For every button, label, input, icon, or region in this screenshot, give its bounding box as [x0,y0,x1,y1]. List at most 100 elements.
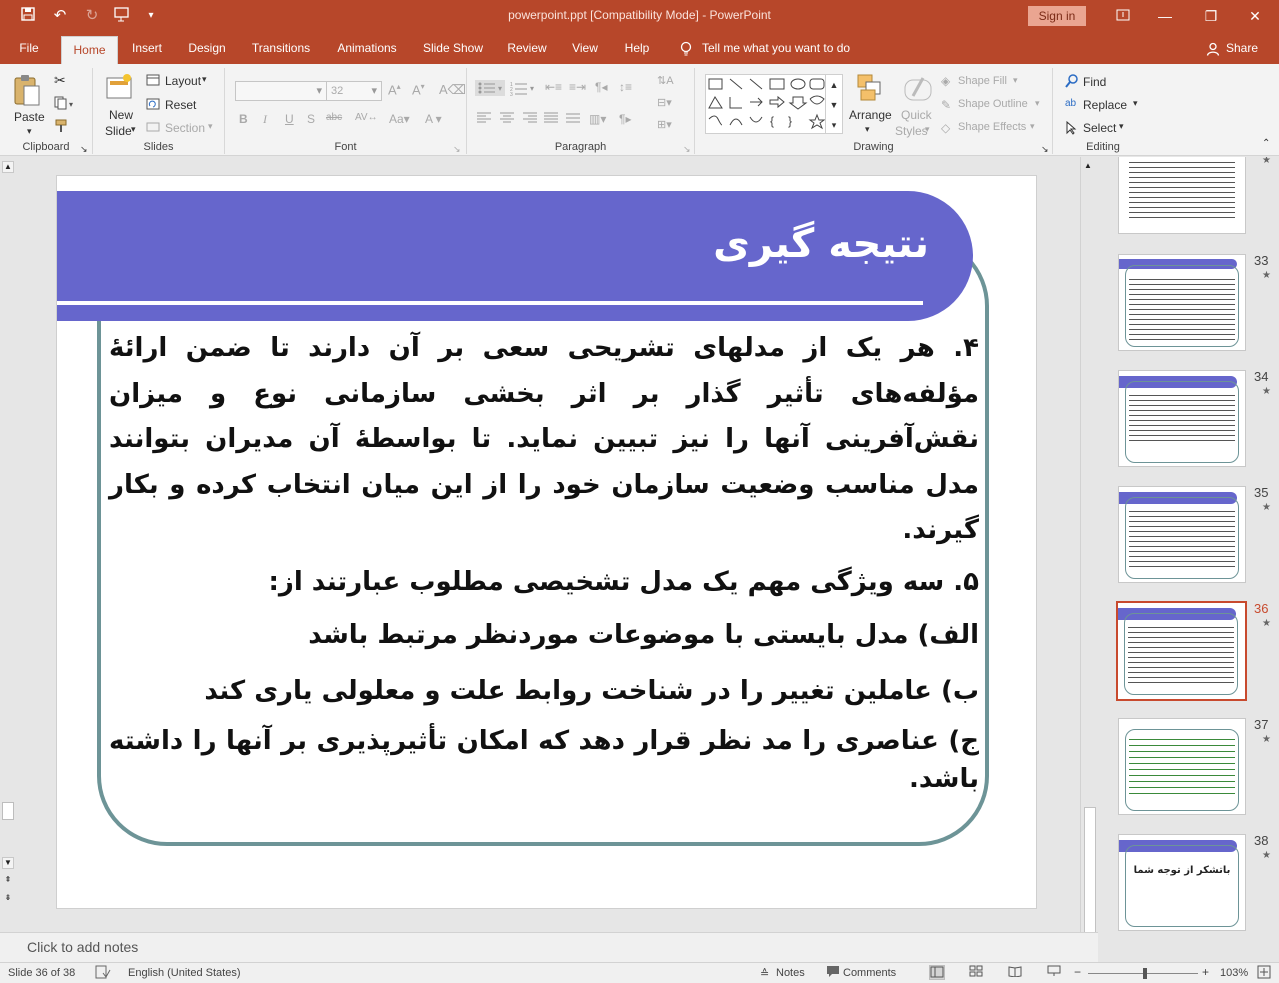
arrange-dropdown-icon[interactable]: ▾ [865,124,870,135]
italic-icon[interactable]: I [263,112,267,127]
quick-styles-dropdown-icon[interactable]: ▾ [925,124,930,135]
new-slide-dropdown-icon[interactable]: ▾ [131,124,136,135]
line-spacing-icon[interactable]: ↕≡ [619,80,632,94]
shape-effects-button[interactable]: Shape Effects [958,121,1026,133]
fit-slide-icon[interactable] [1257,965,1271,982]
paste-icon[interactable] [12,72,46,110]
align-text-icon[interactable]: ⊟▾ [657,96,672,109]
normal-view-icon[interactable] [929,965,945,980]
zoom-out-icon[interactable]: − [1074,965,1081,979]
select-button[interactable]: Select [1083,121,1116,135]
change-case-icon[interactable]: Aa▾ [389,112,410,126]
quick-styles-icon[interactable] [903,74,933,107]
reset-icon[interactable] [146,98,160,113]
start-from-beginning-icon[interactable] [112,6,132,26]
section-icon[interactable] [146,121,160,136]
columns-icon[interactable]: ▥▾ [589,112,606,126]
select-icon[interactable] [1065,120,1077,138]
clipboard-launcher-icon[interactable]: ↘ [80,144,88,155]
tab-file[interactable]: File [10,32,48,64]
strikethrough-icon[interactable]: abc [326,112,342,123]
thumbnail-33[interactable] [1118,254,1246,351]
shape-effects-dropdown-icon[interactable]: ▾ [1030,121,1035,132]
increase-indent-icon[interactable]: ≡⇥ [569,80,586,94]
shape-fill-button[interactable]: Shape Fill [958,75,1007,87]
minimize-icon[interactable]: — [1150,4,1180,28]
ribbon-display-options-icon[interactable] [1108,4,1138,28]
thumbnail-32[interactable] [1118,157,1246,234]
customize-quick-access-icon[interactable]: ▾ [141,6,161,26]
rtl-icon[interactable]: ¶◂ [595,80,607,94]
text-direction-icon[interactable]: ⇅A [657,74,674,87]
new-slide-label-1[interactable]: New [109,108,133,122]
align-center-icon[interactable] [499,112,515,127]
cut-icon[interactable]: ✂ [54,72,66,89]
font-color-icon[interactable]: A ▾ [425,112,442,126]
slide-body[interactable]: ۴. هر یک از مدلهای تشریحی سعی بر آن دارن… [109,326,979,798]
notes-placeholder[interactable]: Click to add notes [27,939,138,955]
bold-icon[interactable]: B [239,112,248,126]
tab-insert[interactable]: Insert [124,32,170,64]
decrease-indent-icon[interactable]: ⇤≡ [545,80,562,94]
scrollbar-up-icon[interactable]: ▲ [1084,161,1092,170]
format-painter-icon[interactable] [54,118,70,137]
numbering-icon[interactable]: 1 2 3 ▾ [509,80,537,99]
slide-sorter-icon[interactable] [969,965,983,980]
replace-icon[interactable]: ab [1065,98,1076,109]
quick-styles-label-1[interactable]: Quick [901,108,932,122]
tab-transitions[interactable]: Transitions [244,32,318,64]
paragraph-launcher-icon[interactable]: ↘ [683,144,691,155]
justify-icon[interactable] [543,112,559,127]
layout-dropdown-icon[interactable]: ▾ [202,74,207,85]
scroll-up-icon[interactable]: ▲ [2,161,14,173]
collapse-ribbon-icon[interactable]: ⌃ [1262,138,1270,149]
arrange-icon[interactable] [855,72,885,105]
previous-slide-icon[interactable]: ⇞ [2,875,14,887]
tab-design[interactable]: Design [181,32,233,64]
replace-button[interactable]: Replace [1083,98,1127,112]
tab-animations[interactable]: Animations [330,32,404,64]
tab-view[interactable]: View [563,32,607,64]
notes-icon[interactable]: ≙ [760,967,769,980]
comments-icon[interactable] [826,965,840,981]
increase-font-size-icon[interactable]: A▴ [388,82,401,97]
underline-icon[interactable]: U [285,112,294,126]
align-right-icon[interactable] [521,112,537,127]
arrange-button[interactable]: Arrange [849,108,892,122]
notes-button[interactable]: Notes [776,967,805,979]
sign-in-button[interactable]: Sign in [1028,6,1086,26]
slide-show-icon[interactable] [1047,965,1061,980]
select-dropdown-icon[interactable]: ▾ [1119,121,1124,132]
replace-dropdown-icon[interactable]: ▾ [1133,98,1138,109]
thumbnail-37[interactable] [1118,718,1246,815]
shape-outline-button[interactable]: Shape Outline [958,98,1028,110]
font-size-combo[interactable]: 32 ▾ [326,81,382,101]
ltr-icon[interactable]: ¶▸ [619,112,631,126]
decrease-font-size-icon[interactable]: A▾ [412,82,425,97]
reading-view-icon[interactable] [1008,965,1022,980]
save-icon[interactable] [18,6,38,26]
shape-outline-icon[interactable]: ✎ [941,98,951,112]
scroll-down-icon[interactable]: ▼ [2,857,14,869]
find-icon[interactable] [1065,74,1079,91]
zoom-in-icon[interactable]: + [1202,965,1209,979]
zoom-level[interactable]: 103% [1220,967,1248,979]
language-indicator[interactable]: English (United States) [128,967,241,979]
paste-dropdown-icon[interactable]: ▾ [27,126,32,137]
thumbnail-38[interactable]: باتشکر از توجه شما [1118,834,1246,931]
shape-effects-icon[interactable]: ◇ [941,121,950,135]
shape-outline-dropdown-icon[interactable]: ▾ [1035,98,1040,109]
shape-fill-dropdown-icon[interactable]: ▾ [1013,75,1018,86]
notes-pane[interactable]: Click to add notes [0,932,1098,962]
clear-formatting-icon[interactable]: A⌫ [439,82,466,98]
section-dropdown-icon[interactable]: ▾ [208,121,213,132]
tab-review[interactable]: Review [501,32,553,64]
section-button[interactable]: Section [165,121,205,135]
slide-scrollbar[interactable]: ▲ ▼ [1080,157,1098,962]
next-slide-icon[interactable]: ⇟ [2,893,14,905]
character-spacing-icon[interactable]: AV↔ [355,112,378,123]
tab-help[interactable]: Help [617,32,657,64]
restore-icon[interactable]: ❐ [1196,4,1226,28]
layout-icon[interactable] [146,74,160,89]
reset-button[interactable]: Reset [165,98,196,112]
